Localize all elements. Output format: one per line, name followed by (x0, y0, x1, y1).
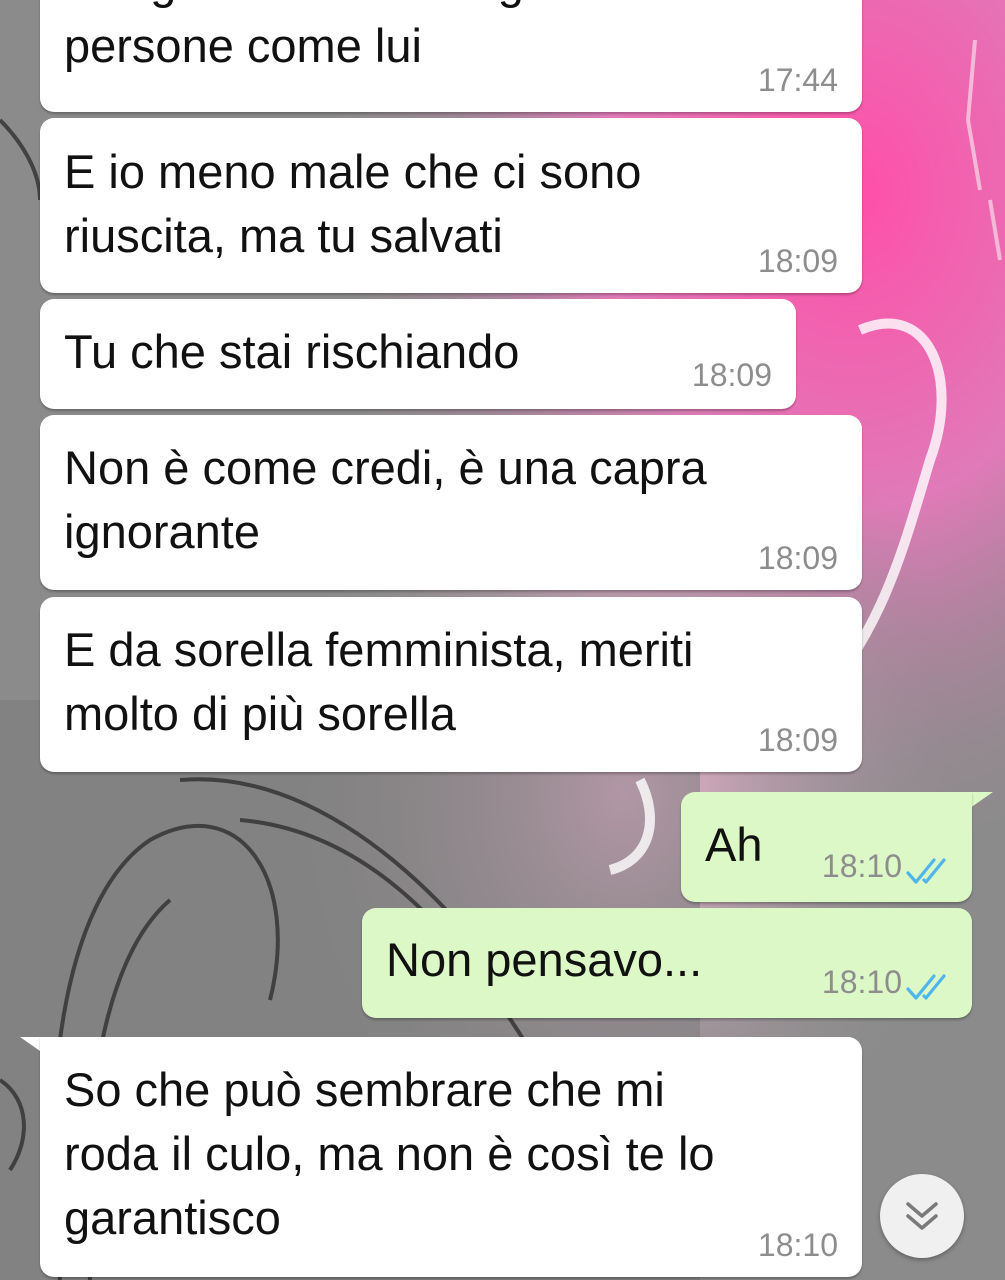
message-text: bisogna stare alla larga da persone come… (64, 0, 615, 72)
message-text: Tu che stai rischiando (64, 325, 520, 378)
message-timestamp: 17:44 (757, 62, 838, 98)
incoming-message[interactable]: So che può sembrare che mi roda il culo,… (40, 1037, 862, 1277)
message-timestamp: 18:09 (757, 243, 838, 279)
message-timestamp: 18:10 (757, 1227, 838, 1263)
message-timestamp: 18:10 (821, 964, 902, 1000)
message-text: E da sorella femminista, meriti molto di… (64, 623, 694, 740)
message-text: Non è come credi, è una capra ignorante (64, 441, 707, 558)
scroll-to-bottom-button[interactable] (880, 1174, 964, 1258)
message-timestamp: 18:10 (821, 848, 902, 884)
outgoing-message[interactable]: Non pensavo... 18:10 (362, 908, 972, 1018)
incoming-message[interactable]: Tu che stai rischiando 18:09 (40, 299, 796, 409)
incoming-message[interactable]: bisogna stare alla larga da persone come… (40, 0, 862, 112)
message-timestamp: 18:09 (691, 357, 772, 393)
double-check-icon (906, 858, 946, 884)
incoming-message[interactable]: E da sorella femminista, meriti molto di… (40, 597, 862, 772)
message-text: E io meno male che ci sono riuscita, ma … (64, 145, 642, 262)
message-timestamp: 18:09 (757, 540, 838, 576)
message-timestamp: 18:09 (757, 722, 838, 758)
incoming-message[interactable]: Non è come credi, è una capra ignorante … (40, 415, 862, 590)
incoming-message[interactable]: E io meno male che ci sono riuscita, ma … (40, 118, 862, 293)
message-text: So che può sembrare che mi roda il culo,… (64, 1063, 715, 1244)
double-chevron-down-icon (906, 1202, 938, 1230)
outgoing-message[interactable]: Ah 18:10 (681, 792, 972, 902)
double-check-icon (906, 974, 946, 1000)
